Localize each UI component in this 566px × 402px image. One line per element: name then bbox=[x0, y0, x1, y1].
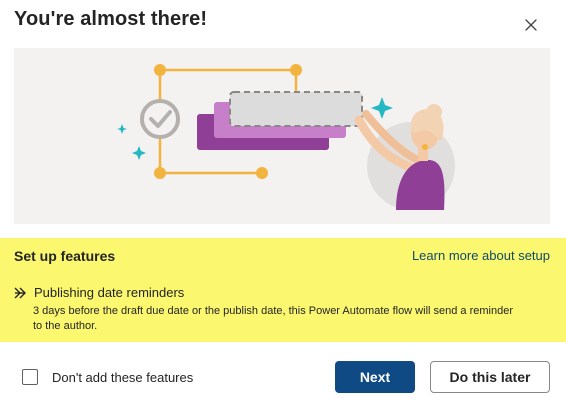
checkbox-label: Don't add these features bbox=[52, 369, 194, 385]
do-this-later-button[interactable]: Do this later bbox=[430, 361, 550, 393]
dialog-title: You're almost there! bbox=[14, 8, 208, 30]
learn-more-link[interactable]: Learn more about setup bbox=[412, 248, 550, 263]
dont-add-features-checkbox[interactable]: Don't add these features bbox=[22, 369, 193, 385]
features-section: Set up features Learn more about setup P… bbox=[0, 238, 566, 342]
close-button[interactable] bbox=[519, 13, 543, 37]
feature-item: Publishing date reminders bbox=[14, 285, 184, 300]
setup-dialog: You're almost there! Set up features Lea… bbox=[0, 0, 566, 402]
setup-illustration bbox=[117, 64, 455, 210]
feature-description: 3 days before the draft due date or the … bbox=[33, 305, 513, 332]
feature-name: Publishing date reminders bbox=[34, 285, 185, 300]
double-chevron-right-icon bbox=[14, 287, 26, 298]
close-icon bbox=[525, 19, 537, 31]
hero-illustration bbox=[14, 48, 550, 224]
next-button[interactable]: Next bbox=[335, 361, 415, 393]
checkbox-box[interactable] bbox=[22, 369, 38, 385]
features-heading: Set up features bbox=[14, 248, 116, 264]
